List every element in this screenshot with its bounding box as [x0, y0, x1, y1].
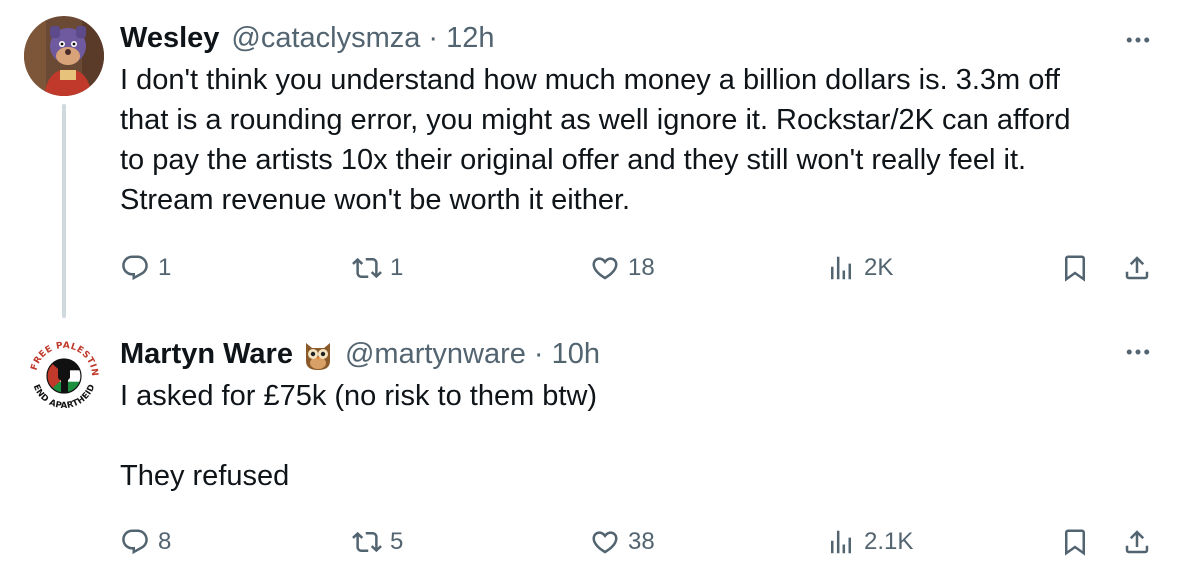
- share-icon: [1122, 527, 1152, 557]
- owl-emoji-icon: [305, 343, 330, 370]
- tweet-text: I asked for £75k (no risk to them btw) T…: [120, 380, 598, 492]
- tweet-text: I don't think you understand how much mo…: [120, 64, 1071, 216]
- separator-dot: ·: [428, 21, 439, 54]
- more-button[interactable]: [1116, 28, 1160, 52]
- user-handle[interactable]: @martynware: [345, 338, 526, 371]
- bookmark-button[interactable]: [1060, 522, 1090, 562]
- share-icon: [1122, 253, 1152, 283]
- like-count: 38: [628, 528, 655, 555]
- timestamp[interactable]: 10h: [552, 338, 600, 371]
- views-count: 2K: [864, 254, 894, 281]
- more-icon: [1123, 337, 1153, 367]
- repost-count: 1: [390, 254, 404, 281]
- like-button[interactable]: 18: [590, 248, 655, 288]
- thread-connector-line: [62, 104, 66, 318]
- views-button[interactable]: 2K: [826, 248, 893, 288]
- more-icon: [1123, 25, 1153, 55]
- action-bar: 1 1 18 2K: [120, 248, 1160, 288]
- user-handle[interactable]: @cataclysmza: [231, 22, 420, 55]
- cartoon-character-avatar-icon: [24, 16, 104, 96]
- display-name[interactable]: Martyn Ware: [120, 338, 293, 371]
- like-icon: [590, 253, 620, 283]
- repost-icon: [352, 527, 382, 557]
- views-icon: [826, 527, 856, 557]
- reply-icon: [120, 527, 150, 557]
- avatar[interactable]: [24, 16, 104, 96]
- timestamp[interactable]: 12h: [446, 22, 494, 55]
- reply-button[interactable]: 1: [120, 248, 171, 288]
- reply-count: 1: [158, 254, 172, 281]
- action-bar: 8 5 38 2.1K: [120, 522, 1160, 562]
- avatar[interactable]: FREE PALESTINE END APARTHEID: [24, 336, 104, 416]
- repost-count: 5: [390, 528, 404, 555]
- tweet[interactable]: FREE PALESTINE END APARTHEID Martyn Ware: [0, 320, 1180, 576]
- reply-button[interactable]: 8: [120, 522, 171, 562]
- display-name[interactable]: Wesley: [120, 22, 219, 55]
- share-button[interactable]: [1122, 248, 1152, 288]
- share-button[interactable]: [1122, 522, 1152, 562]
- separator-dot: ·: [533, 337, 544, 370]
- bookmark-icon: [1060, 527, 1090, 557]
- like-count: 18: [628, 254, 655, 281]
- bookmark-icon: [1060, 253, 1090, 283]
- views-button[interactable]: 2.1K: [826, 522, 913, 562]
- views-icon: [826, 253, 856, 283]
- free-palestine-badge-avatar-icon: FREE PALESTINE END APARTHEID: [24, 336, 104, 416]
- tweet[interactable]: Wesley @cataclysmza · 12h I don't think …: [0, 0, 1180, 320]
- reply-count: 8: [158, 528, 172, 555]
- views-count: 2.1K: [864, 528, 914, 555]
- tweet-header: Wesley @cataclysmza · 12h: [120, 18, 494, 58]
- repost-icon: [352, 253, 382, 283]
- repost-button[interactable]: 5: [352, 522, 403, 562]
- like-button[interactable]: 38: [590, 522, 655, 562]
- like-icon: [590, 527, 620, 557]
- more-button[interactable]: [1116, 340, 1160, 364]
- tweet-header: Martyn Ware @martynware · 10h: [120, 334, 600, 374]
- bookmark-button[interactable]: [1060, 248, 1090, 288]
- repost-button[interactable]: 1: [352, 248, 403, 288]
- reply-icon: [120, 253, 150, 283]
